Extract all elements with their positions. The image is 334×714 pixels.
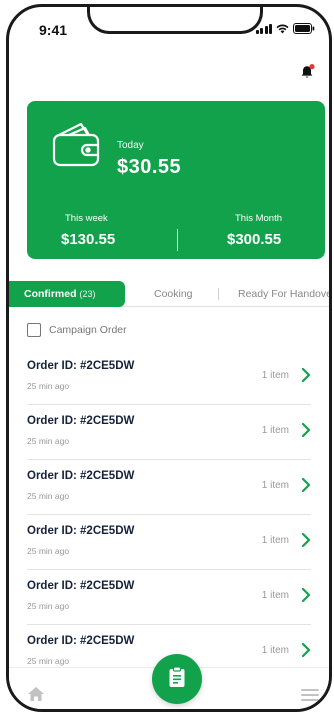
order-time: 25 min ago bbox=[27, 381, 70, 391]
notch bbox=[87, 7, 263, 34]
tab-cooking[interactable]: Cooking bbox=[154, 281, 193, 307]
tab-ready-for-handover[interactable]: Ready For Handover bbox=[238, 281, 329, 307]
order-time: 25 min ago bbox=[27, 601, 70, 611]
card-divider bbox=[177, 229, 178, 251]
tab-confirmed-label: Confirmed bbox=[24, 288, 77, 300]
order-id: Order ID: #2CE5DW bbox=[27, 415, 135, 427]
bell-icon[interactable] bbox=[299, 63, 317, 81]
week-value: $130.55 bbox=[61, 231, 116, 248]
order-row[interactable]: Order ID: #2CE5DW 25 min ago 1 item bbox=[27, 515, 311, 570]
status-time: 9:41 bbox=[39, 22, 68, 38]
order-time: 25 min ago bbox=[27, 491, 70, 501]
month-value: $300.55 bbox=[227, 231, 282, 248]
order-item-count: 1 item bbox=[261, 425, 289, 436]
clipboard-icon bbox=[168, 665, 186, 693]
orders-fab-button[interactable] bbox=[152, 654, 202, 704]
order-row[interactable]: Order ID: #2CE5DW 25 min ago 1 item bbox=[27, 460, 311, 515]
order-item-count: 1 item bbox=[261, 535, 289, 546]
order-row[interactable]: Order ID: #2CE5DW 25 min ago 1 item bbox=[27, 350, 311, 405]
tab-divider bbox=[218, 288, 219, 300]
order-status-tabs: Confirmed (23) Cooking Ready For Handover bbox=[9, 281, 329, 307]
chevron-right-icon[interactable] bbox=[301, 422, 311, 443]
earnings-card: Today $30.55 This week $130.55 This Mont… bbox=[27, 101, 325, 259]
battery-icon bbox=[293, 23, 315, 34]
phone-frame: 9:41 Today $30.55 This week $130.55 This… bbox=[6, 4, 332, 712]
status-icons bbox=[255, 23, 316, 34]
chevron-right-icon[interactable] bbox=[301, 367, 311, 388]
wifi-icon bbox=[276, 24, 289, 34]
campaign-order-label: Campaign Order bbox=[49, 324, 127, 336]
order-item-count: 1 item bbox=[261, 480, 289, 491]
order-id: Order ID: #2CE5DW bbox=[27, 580, 135, 592]
campaign-order-checkbox[interactable] bbox=[27, 323, 41, 337]
menu-icon[interactable] bbox=[301, 688, 319, 706]
today-label: Today bbox=[117, 140, 144, 151]
chevron-right-icon[interactable] bbox=[301, 477, 311, 498]
order-row[interactable]: Order ID: #2CE5DW 25 min ago 1 item bbox=[27, 570, 311, 625]
tab-confirmed-count: (23) bbox=[79, 289, 96, 299]
chevron-right-icon[interactable] bbox=[301, 587, 311, 608]
order-row[interactable]: Order ID: #2CE5DW 25 min ago 1 item bbox=[27, 405, 311, 460]
order-list: Order ID: #2CE5DW 25 min ago 1 item Order I… bbox=[9, 350, 329, 680]
chevron-right-icon[interactable] bbox=[301, 532, 311, 553]
order-item-count: 1 item bbox=[261, 645, 289, 656]
order-time: 25 min ago bbox=[27, 436, 70, 446]
order-item-count: 1 item bbox=[261, 370, 289, 381]
chevron-right-icon[interactable] bbox=[301, 642, 311, 663]
wallet-icon bbox=[51, 121, 105, 174]
month-label: This Month bbox=[235, 213, 282, 224]
tab-confirmed[interactable]: Confirmed (23) bbox=[9, 281, 125, 307]
order-id: Order ID: #2CE5DW bbox=[27, 635, 135, 647]
order-time: 25 min ago bbox=[27, 546, 70, 556]
order-id: Order ID: #2CE5DW bbox=[27, 525, 135, 537]
campaign-order-filter[interactable]: Campaign Order bbox=[27, 323, 127, 337]
order-id: Order ID: #2CE5DW bbox=[27, 470, 135, 482]
order-id: Order ID: #2CE5DW bbox=[27, 360, 135, 372]
today-value: $30.55 bbox=[117, 156, 182, 178]
week-label: This week bbox=[65, 213, 108, 224]
order-item-count: 1 item bbox=[261, 590, 289, 601]
order-time: 25 min ago bbox=[27, 656, 70, 666]
home-icon[interactable] bbox=[27, 686, 45, 707]
